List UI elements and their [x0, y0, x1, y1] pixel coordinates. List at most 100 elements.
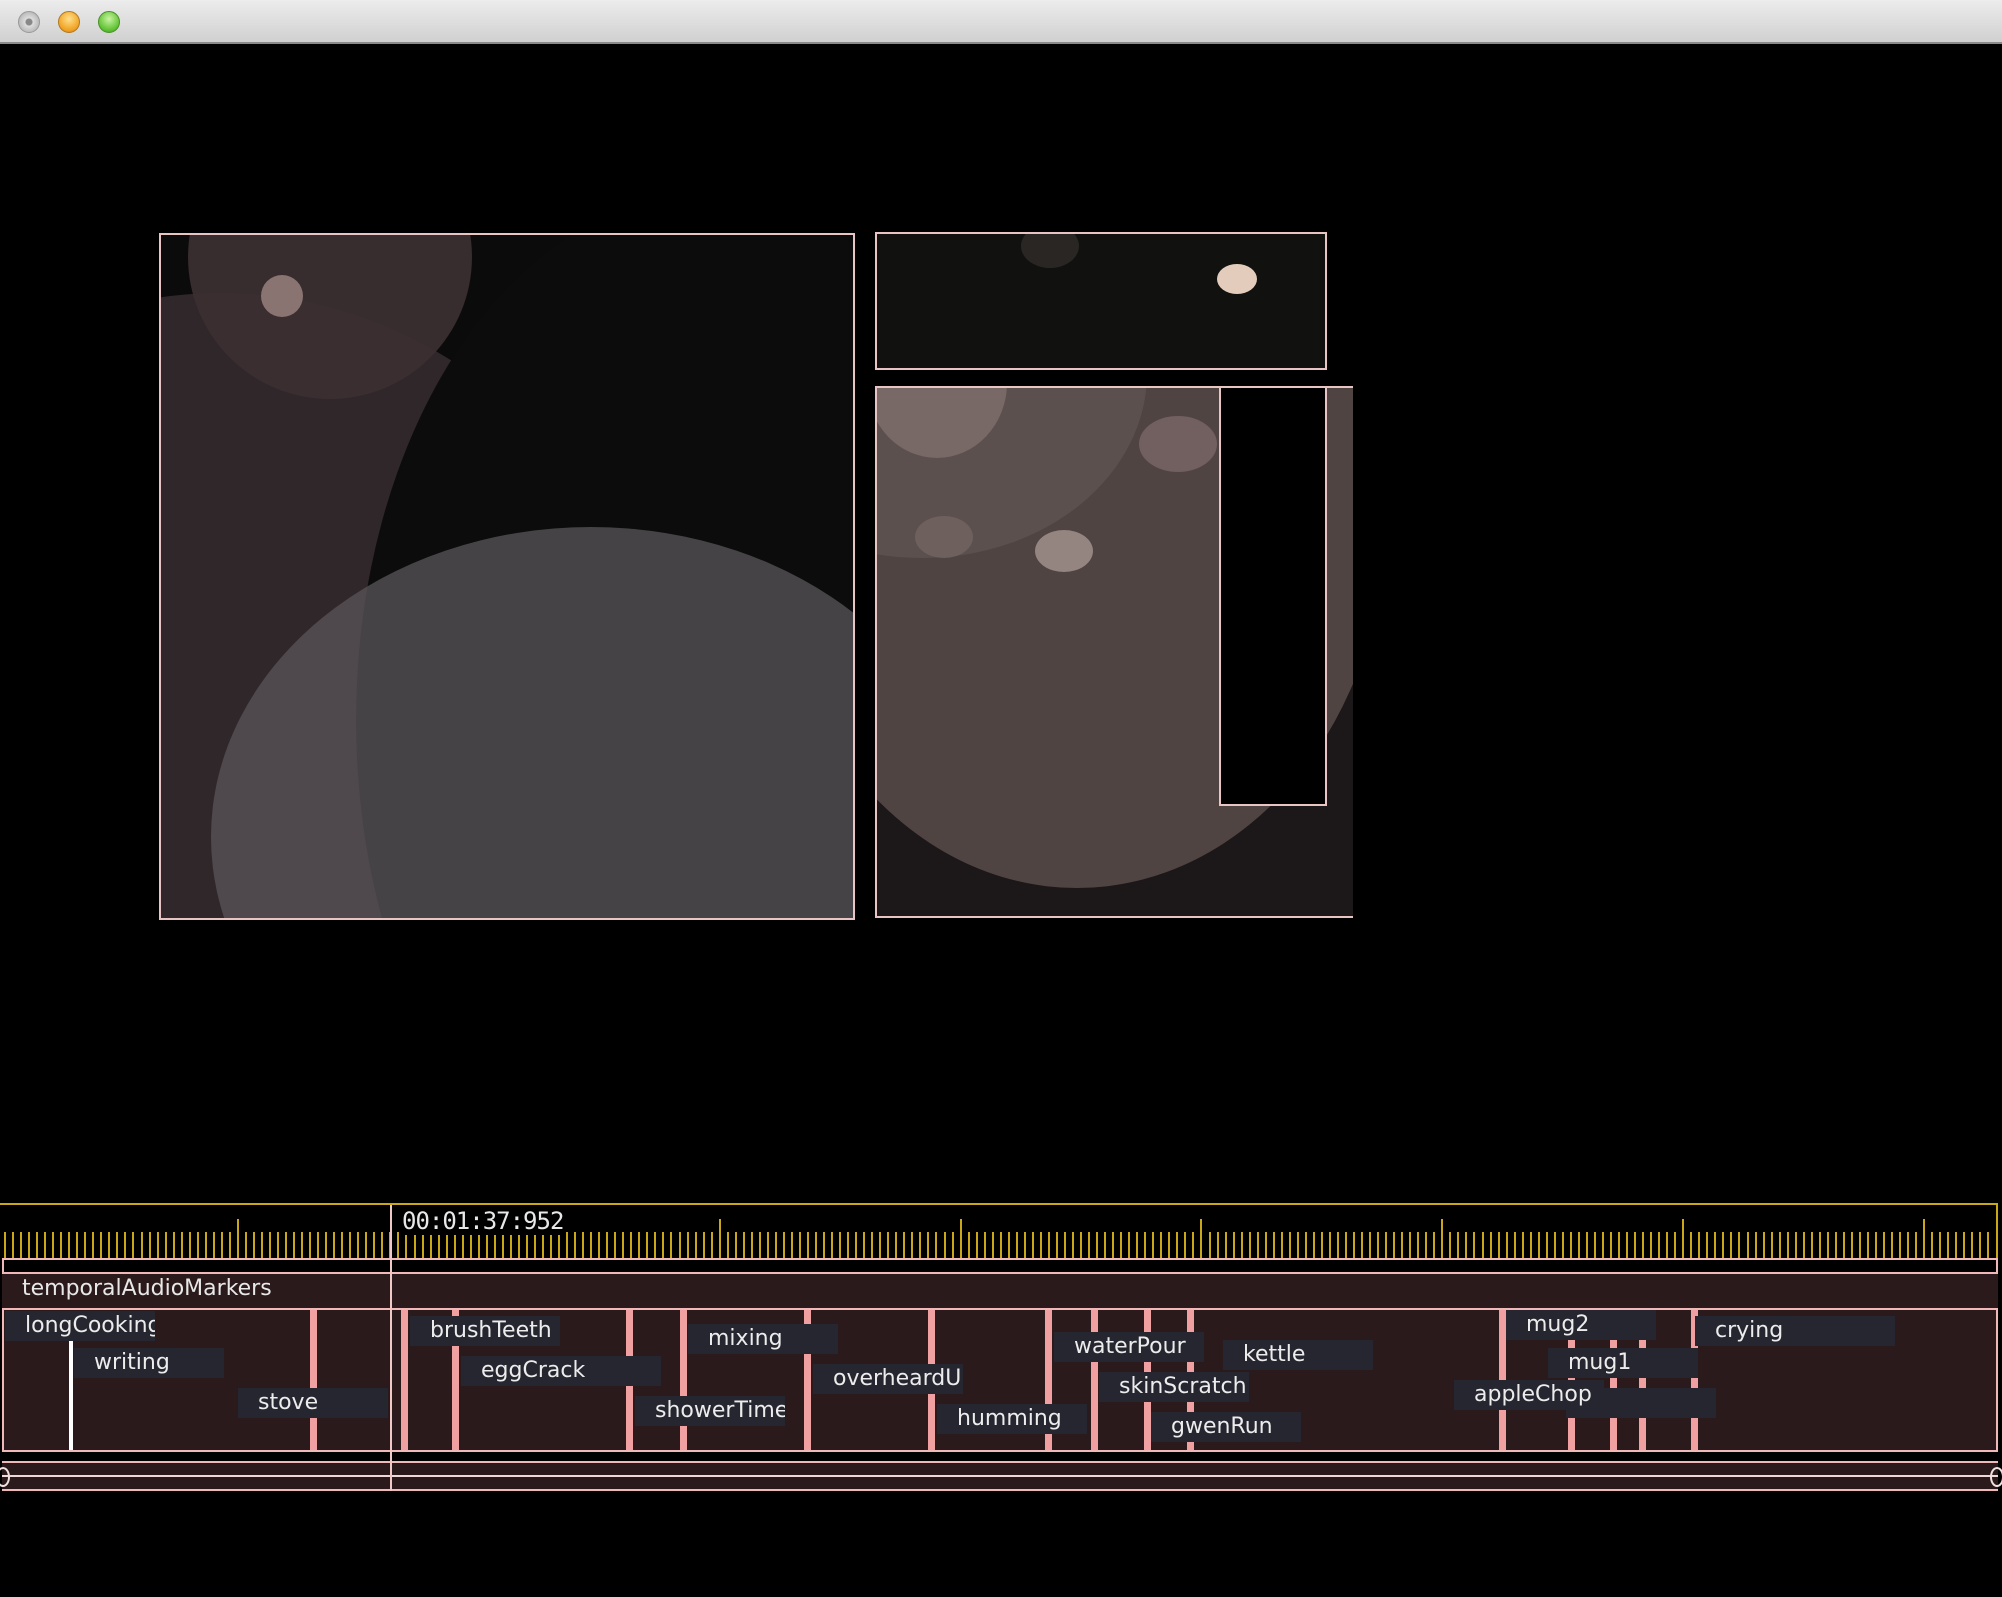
marker-label-humming[interactable]: humming — [937, 1404, 1087, 1434]
marker-label-kettle[interactable]: kettle — [1223, 1340, 1373, 1370]
ruler-tick — [911, 1232, 913, 1258]
ruler-tick — [1056, 1232, 1058, 1258]
ruler-tick — [430, 1232, 432, 1258]
playhead-line[interactable] — [390, 1205, 392, 1491]
ruler-tick — [1048, 1232, 1050, 1258]
ruler-tick — [253, 1232, 255, 1258]
ruler-tick — [1722, 1232, 1724, 1258]
ruler-tick — [654, 1232, 656, 1258]
ruler-tick — [1947, 1232, 1949, 1258]
ruler-tick — [1650, 1232, 1652, 1258]
ruler-tick — [895, 1232, 897, 1258]
ruler-tick — [799, 1232, 801, 1258]
marker-label-showerTime[interactable]: showerTime — [635, 1396, 785, 1426]
ruler-tick — [157, 1232, 159, 1258]
ruler-tick — [526, 1232, 528, 1258]
ruler-tick — [502, 1232, 504, 1258]
minimize-window-icon[interactable] — [58, 11, 80, 33]
marker-line[interactable] — [1091, 1310, 1098, 1450]
marker-lane[interactable]: longCooking writing stove brushTeeth egg… — [2, 1310, 1998, 1450]
ruler-tick — [1554, 1232, 1556, 1258]
ruler-tick — [1345, 1232, 1347, 1258]
marker-label-stove[interactable]: stove — [238, 1388, 388, 1418]
playhead-timecode: 00:01:37:952 — [400, 1207, 566, 1235]
ruler-tick — [968, 1232, 970, 1258]
ruler-tick — [1755, 1232, 1757, 1258]
ruler-tick — [165, 1232, 167, 1258]
ruler-tick — [1690, 1232, 1692, 1258]
marker-lane-right-edge — [1996, 1308, 1998, 1452]
ruler-tick — [1730, 1232, 1732, 1258]
scrollbar-left-handle[interactable] — [0, 1467, 10, 1487]
marker-label-eggCrack[interactable]: eggCrack — [461, 1356, 661, 1386]
shape-right-circle — [1139, 416, 1217, 472]
ruler-tick — [1578, 1232, 1580, 1258]
ruler-tick — [1369, 1232, 1371, 1258]
marker-label-gwenRun[interactable]: gwenRun — [1151, 1412, 1301, 1442]
ruler-tick — [887, 1232, 889, 1258]
ruler-tick — [1586, 1232, 1588, 1258]
marker-line[interactable] — [310, 1310, 317, 1450]
ruler-tick — [1859, 1232, 1861, 1258]
ruler-tick — [1706, 1232, 1708, 1258]
ruler-tick — [446, 1232, 448, 1258]
ruler-tick — [1297, 1232, 1299, 1258]
ruler-tick — [879, 1232, 881, 1258]
ruler-tick — [679, 1232, 681, 1258]
ruler-tick — [1377, 1232, 1379, 1258]
ruler-tick — [365, 1232, 367, 1258]
ruler-tick — [735, 1232, 737, 1258]
ruler-tick — [141, 1232, 143, 1258]
ruler-tick — [807, 1232, 809, 1258]
ruler-tick — [1763, 1232, 1765, 1258]
ruler-tick — [1562, 1232, 1564, 1258]
ruler-tick — [566, 1232, 568, 1258]
timeline-ruler[interactable] — [0, 1203, 2002, 1261]
ruler-tick — [574, 1232, 576, 1258]
ruler-tick — [1843, 1232, 1845, 1258]
ruler-tick — [1072, 1232, 1074, 1258]
ruler-tick — [952, 1232, 954, 1258]
ruler-tick — [397, 1232, 399, 1258]
marker-label-skinScratch[interactable]: skinScratch — [1099, 1372, 1249, 1402]
timeline-scrollbar[interactable] — [0, 1463, 2002, 1491]
ruler-tick — [1184, 1232, 1186, 1258]
ruler-tick — [919, 1232, 921, 1258]
zoom-window-icon[interactable] — [98, 11, 120, 33]
ruler-tick — [68, 1232, 70, 1258]
marker-label-overheardUpstairs[interactable]: overheardUpstairs — [813, 1364, 963, 1394]
marker-label-appleChop[interactable]: appleChop — [1454, 1380, 1604, 1410]
marker-label-brushTeeth[interactable]: brushTeeth — [410, 1316, 560, 1346]
ruler-tick — [1835, 1232, 1837, 1258]
ruler-bottom-line — [2, 1258, 1998, 1260]
window-titlebar — [0, 0, 2002, 44]
marker-label-writing[interactable]: writing — [74, 1348, 224, 1378]
ruler-tick — [438, 1232, 440, 1258]
ruler-tick — [1128, 1232, 1130, 1258]
ruler-tick — [1827, 1232, 1829, 1258]
marker-label-mixing[interactable]: mixing — [688, 1324, 838, 1354]
marker-line[interactable] — [401, 1310, 408, 1450]
ruler-tick — [815, 1232, 817, 1258]
marker-label-mug1[interactable]: mug1 — [1548, 1348, 1698, 1378]
ruler-tick — [52, 1232, 54, 1258]
close-window-icon[interactable] — [18, 11, 40, 33]
marker-label-longCooking[interactable]: longCooking — [5, 1311, 155, 1341]
track-header[interactable] — [2, 1274, 1998, 1308]
ruler-tick — [1923, 1219, 1925, 1258]
scrollbar-right-handle[interactable] — [1990, 1467, 2002, 1487]
marker-label-crying[interactable]: crying — [1695, 1316, 1895, 1346]
ruler-tick — [1883, 1232, 1885, 1258]
ruler-tick — [36, 1232, 38, 1258]
marker-label-mug2[interactable]: mug2 — [1506, 1310, 1656, 1340]
ruler-tick — [1634, 1232, 1636, 1258]
ruler-tick — [1465, 1232, 1467, 1258]
marker-line[interactable] — [680, 1310, 687, 1450]
ruler-tick — [1963, 1232, 1965, 1258]
marker-label-waterPour[interactable]: waterPour — [1054, 1332, 1204, 1362]
ruler-tick — [221, 1232, 223, 1258]
ruler-tick — [638, 1232, 640, 1258]
ruler-tick — [791, 1232, 793, 1258]
track-right-edge — [1996, 1258, 1998, 1272]
ruler-tick — [84, 1232, 86, 1258]
